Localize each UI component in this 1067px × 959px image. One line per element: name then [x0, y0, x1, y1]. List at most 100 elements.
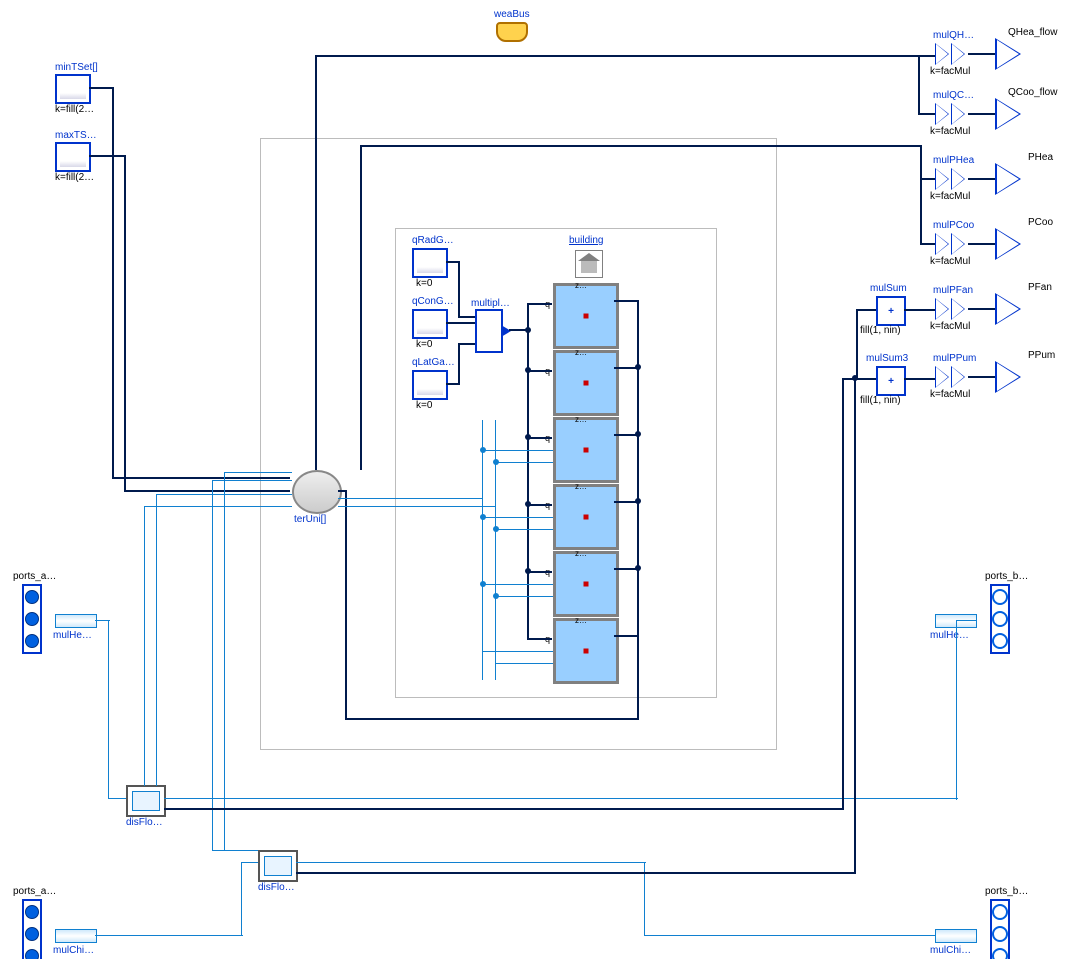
- qConG-k: k=0: [416, 339, 432, 350]
- pipe: [482, 651, 553, 652]
- pipe: [164, 798, 958, 799]
- pipe: [241, 862, 242, 936]
- pipe: [956, 620, 976, 621]
- ports-a2-label: ports_a…: [13, 886, 56, 897]
- wire: [614, 635, 639, 637]
- wire: [920, 145, 922, 245]
- mulQH-label: mulQH…: [933, 30, 974, 41]
- pipe: [144, 506, 292, 507]
- wire: [968, 243, 995, 245]
- wire: [637, 678, 639, 720]
- wire: [614, 300, 639, 302]
- pipe: [144, 506, 145, 786]
- mulPHea-block: [935, 167, 975, 193]
- zone-1: [553, 283, 619, 349]
- mulPFan-label: mulPFan: [933, 285, 973, 296]
- terUni-label: terUni[]: [294, 514, 326, 525]
- mulPPum-block: [935, 365, 975, 391]
- mulQH-k: k=facMul: [930, 66, 970, 77]
- wire: [904, 378, 935, 380]
- node: [493, 459, 499, 465]
- wire: [89, 87, 114, 89]
- building-label: building: [569, 235, 603, 246]
- mulQH-block: [935, 42, 975, 68]
- zone-1-z: z…: [575, 281, 587, 290]
- ports-b2: [990, 899, 1010, 959]
- node: [480, 514, 486, 520]
- pipe: [482, 420, 483, 500]
- wire: [854, 378, 856, 874]
- mulChi-left-label: mulChi…: [53, 945, 94, 956]
- wire: [920, 243, 935, 245]
- pipe: [482, 517, 553, 518]
- pipe: [495, 462, 553, 463]
- node: [525, 327, 531, 333]
- qConG-label: qConG…: [412, 296, 454, 307]
- wire: [296, 872, 856, 874]
- mulQC-label: mulQC…: [933, 90, 974, 101]
- wire: [89, 155, 126, 157]
- weabus-label: weaBus: [494, 9, 530, 20]
- node: [525, 434, 531, 440]
- wire: [360, 145, 922, 147]
- qLatGa-label: qLatGa…: [412, 357, 455, 368]
- PFan-label: PFan: [1028, 282, 1052, 293]
- node: [480, 581, 486, 587]
- wire: [338, 490, 347, 492]
- zone-2-z: z…: [575, 348, 587, 357]
- mulChi-right-label: mulChi…: [930, 945, 971, 956]
- qLatGa-k: k=0: [416, 400, 432, 411]
- zone-5-z: z…: [575, 549, 587, 558]
- mulSum-sub: fill(1, nin): [860, 325, 901, 336]
- QHea_flow-port: [995, 38, 1021, 70]
- wire: [968, 53, 995, 55]
- pipe: [212, 480, 213, 850]
- mulQC-k: k=facMul: [930, 126, 970, 137]
- pipe: [108, 798, 126, 799]
- qConG-block: [412, 309, 448, 339]
- multiplex-block: [475, 309, 503, 353]
- pipe: [224, 472, 225, 850]
- wire: [345, 490, 347, 720]
- pipe: [338, 506, 495, 507]
- qLatGa-block: [412, 370, 448, 400]
- mulPCoo-k: k=facMul: [930, 256, 970, 267]
- QCoo_flow-label: QCoo_flow: [1008, 87, 1057, 98]
- node: [525, 568, 531, 574]
- wire: [856, 309, 858, 379]
- zone-6-z: z…: [575, 616, 587, 625]
- zone-2: [553, 350, 619, 416]
- disFlo-2-label: disFlo…: [258, 882, 295, 893]
- ports-a2: [22, 899, 42, 959]
- wire: [920, 178, 935, 180]
- mulPCoo-block: [935, 232, 975, 258]
- weabus-connector: [496, 22, 528, 42]
- mulSum3-label: mulSum3: [866, 353, 908, 364]
- wire: [918, 113, 935, 115]
- maxTS-block: [55, 142, 91, 172]
- node: [525, 367, 531, 373]
- wire: [856, 309, 876, 311]
- node: [635, 364, 641, 370]
- node: [480, 447, 486, 453]
- pipe: [108, 620, 109, 798]
- zone-6: [553, 618, 619, 684]
- pipe: [296, 862, 646, 863]
- wire: [458, 343, 460, 385]
- wire: [527, 303, 529, 638]
- maxTS-k: k=fill(2…: [55, 172, 94, 183]
- PCoo-label: PCoo: [1028, 217, 1053, 228]
- pipe: [495, 596, 553, 597]
- wire: [124, 155, 126, 490]
- wire: [968, 178, 995, 180]
- zone-4: [553, 484, 619, 550]
- mulPHea-label: mulPHea: [933, 155, 974, 166]
- wire: [458, 316, 475, 318]
- terUni-block: [292, 470, 342, 514]
- node: [493, 526, 499, 532]
- pipe: [338, 498, 482, 499]
- pipe: [495, 663, 553, 664]
- wire: [968, 308, 995, 310]
- pipe: [241, 862, 258, 863]
- mulPHea-k: k=facMul: [930, 191, 970, 202]
